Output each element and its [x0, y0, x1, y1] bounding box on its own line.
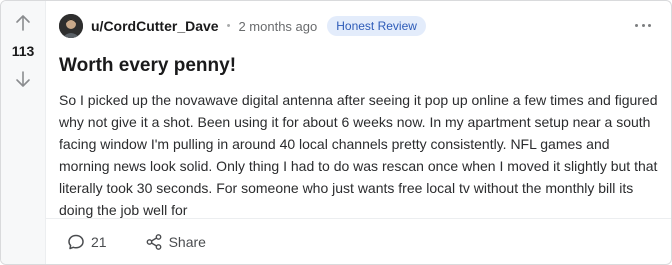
- flair-badge[interactable]: Honest Review: [327, 16, 426, 36]
- post-actions: 21 Share: [45, 218, 671, 264]
- post-header: u/CordCutter_Dave • 2 months ago Honest …: [59, 13, 657, 39]
- username[interactable]: u/CordCutter_Dave: [91, 18, 219, 34]
- share-label: Share: [168, 233, 206, 250]
- share-button[interactable]: Share: [145, 233, 206, 251]
- more-dot: [648, 23, 651, 27]
- more-dot: [641, 23, 645, 27]
- comments-button[interactable]: 21: [67, 233, 107, 251]
- more-horizontal-icon: [635, 23, 638, 27]
- arrow-up-icon: [16, 15, 30, 31]
- post-card: 113 u/CordCutter_Dave • 2 months ago Hon…: [0, 0, 672, 265]
- post-body: So I picked up the novawave digital ante…: [59, 92, 658, 218]
- upvote-button[interactable]: [12, 12, 34, 34]
- avatar[interactable]: [59, 14, 83, 38]
- comment-bubble-icon: [68, 234, 84, 249]
- post-title[interactable]: Worth every penny!: [59, 55, 651, 77]
- share-nodes-icon: [146, 233, 161, 250]
- vote-column: 113: [1, 1, 46, 264]
- post-timestamp: 2 months ago: [238, 18, 318, 34]
- separator-dot: •: [226, 20, 231, 32]
- vote-count: 113: [11, 43, 35, 59]
- arrow-down-icon: [16, 71, 30, 87]
- comments-count: 21: [91, 233, 107, 250]
- user-avatar-icon: [59, 14, 83, 38]
- more-options-button[interactable]: [635, 19, 651, 31]
- downvote-button[interactable]: [12, 68, 34, 90]
